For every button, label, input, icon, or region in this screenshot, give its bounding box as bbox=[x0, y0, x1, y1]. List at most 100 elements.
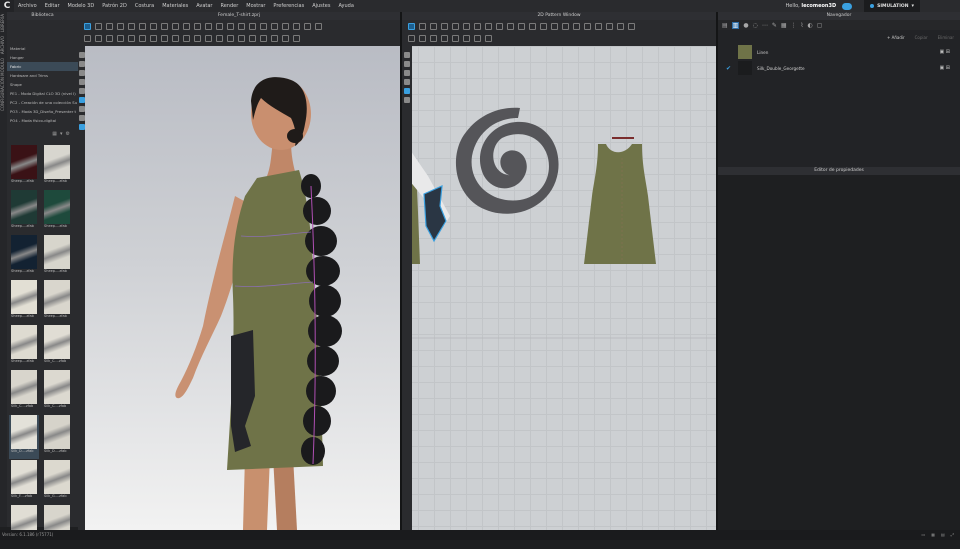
strengthen-icon[interactable] bbox=[95, 35, 102, 42]
gear-icon[interactable]: ⚙ bbox=[66, 131, 70, 141]
lock-icon[interactable]: ▤ bbox=[941, 530, 945, 540]
avatar-icon[interactable] bbox=[304, 23, 311, 30]
camera-icon[interactable] bbox=[227, 35, 234, 42]
fabric-thumbnail[interactable]: Sheep....zfab bbox=[42, 235, 72, 279]
fabric-thumbnail[interactable]: Silk_D....zfab bbox=[42, 415, 72, 459]
library-folder[interactable]: Material bbox=[7, 44, 78, 53]
trace-icon[interactable] bbox=[183, 35, 190, 42]
display-seam-icon[interactable] bbox=[79, 88, 85, 94]
user-greeting[interactable]: Hello, lecomeon3D bbox=[786, 3, 843, 9]
zipper-list-icon[interactable]: ⋮ bbox=[791, 22, 797, 29]
library-folder[interactable]: Shape bbox=[7, 80, 78, 89]
menu-item[interactable]: Costura bbox=[131, 3, 158, 9]
copy-fabric-button[interactable]: Copiar bbox=[915, 35, 928, 40]
library-folder[interactable]: Fabric bbox=[7, 62, 78, 71]
steam-icon[interactable] bbox=[172, 23, 179, 30]
menu-item[interactable]: Mostrar bbox=[242, 3, 269, 9]
fabric-thumbnail[interactable]: Silk_C....zfab bbox=[42, 325, 72, 369]
library-folder[interactable]: Hardware and Trims bbox=[7, 71, 78, 80]
delete-fabric-button[interactable]: Eliminar bbox=[938, 35, 954, 40]
fabric-thumbnail[interactable]: Sheep....zfab bbox=[42, 145, 72, 189]
seam-allowance-icon[interactable] bbox=[529, 23, 536, 30]
fabric-thumbnail[interactable]: Sheep....zfab bbox=[9, 190, 39, 234]
symmetry-icon[interactable] bbox=[172, 35, 179, 42]
library-folder[interactable]: PO4 - Moda físico-digital bbox=[7, 116, 78, 125]
garment-list-icon[interactable]: ▤ bbox=[722, 22, 728, 29]
reset-icon[interactable] bbox=[128, 35, 135, 42]
hanger-icon[interactable] bbox=[315, 23, 322, 30]
deactivate-icon[interactable] bbox=[117, 35, 124, 42]
menu-item[interactable]: Avatar bbox=[192, 3, 216, 9]
add-fabric-button[interactable]: + Añadir bbox=[887, 35, 905, 40]
ellipse-icon[interactable] bbox=[474, 23, 481, 30]
fabric-thumbnail[interactable]: Silk_C....zfab bbox=[9, 370, 39, 414]
vertical-tab-library[interactable]: LIBRERÍA bbox=[0, 12, 5, 34]
fabric-thumbnail[interactable]: Silk_G....zfab bbox=[42, 460, 72, 504]
annotation-icon[interactable] bbox=[617, 23, 624, 30]
display-shoes-icon[interactable] bbox=[79, 115, 85, 121]
view-toggle-icon[interactable]: ▦ bbox=[52, 131, 57, 141]
fabric-thumbnail[interactable]: Sheep....zfab bbox=[9, 280, 39, 324]
graphic-icon[interactable] bbox=[282, 23, 289, 30]
segment-sewing-icon[interactable] bbox=[551, 23, 558, 30]
show-grid-icon[interactable] bbox=[404, 97, 410, 103]
sort-icon[interactable]: ▾ bbox=[60, 131, 63, 141]
scale-icon[interactable] bbox=[117, 23, 124, 30]
graphic-list-icon[interactable]: ▦ bbox=[781, 22, 787, 29]
fabric-row[interactable]: Linen▣ ⊞ bbox=[718, 44, 960, 60]
arrangement-icon[interactable] bbox=[485, 35, 492, 42]
strain-icon[interactable] bbox=[271, 35, 278, 42]
3d-garment-viewport[interactable] bbox=[85, 46, 400, 530]
fold-icon[interactable] bbox=[128, 23, 135, 30]
fit-map-icon[interactable] bbox=[282, 35, 289, 42]
transform-pattern-icon[interactable] bbox=[408, 23, 415, 30]
library-folder[interactable]: Hanger bbox=[7, 53, 78, 62]
menu-item[interactable]: Ayuda bbox=[334, 3, 357, 9]
trim-list-icon[interactable]: ✎ bbox=[772, 22, 777, 29]
fabric-apply-icon[interactable]: ▣ ⊞ bbox=[939, 65, 950, 71]
show-grain-icon[interactable] bbox=[404, 70, 410, 76]
display-garment-icon[interactable] bbox=[79, 61, 85, 67]
fabric-thumbnail[interactable]: Silk_D....zfab bbox=[9, 415, 39, 459]
edit-curvature-icon[interactable] bbox=[430, 23, 437, 30]
more-icon[interactable]: ▢ bbox=[817, 22, 823, 29]
fabric-thumbnail[interactable] bbox=[42, 505, 72, 549]
video-icon[interactable] bbox=[205, 35, 212, 42]
display-texture-icon[interactable] bbox=[79, 70, 85, 76]
fabric-apply-icon[interactable]: ▣ ⊞ bbox=[939, 49, 950, 55]
trim-icon[interactable] bbox=[271, 23, 278, 30]
grading-icon[interactable] bbox=[628, 23, 635, 30]
display-hair-icon[interactable] bbox=[79, 106, 85, 112]
menu-item[interactable]: Ajustes bbox=[308, 3, 334, 9]
colorway-icon[interactable]: ◐ bbox=[807, 22, 812, 29]
display-active-icon[interactable] bbox=[79, 97, 85, 103]
display-avatar-icon[interactable] bbox=[79, 52, 85, 58]
pleat-icon[interactable] bbox=[463, 35, 470, 42]
button-tool-icon[interactable] bbox=[227, 23, 234, 30]
menu-item[interactable]: Materiales bbox=[158, 3, 192, 9]
fabric-thumbnail[interactable] bbox=[9, 505, 39, 549]
brush-icon[interactable] bbox=[183, 23, 190, 30]
move-icon[interactable] bbox=[95, 23, 102, 30]
add-point-icon[interactable] bbox=[441, 23, 448, 30]
topstitch-icon[interactable] bbox=[249, 23, 256, 30]
menu-item[interactable]: Render bbox=[216, 3, 242, 9]
freeze-icon[interactable] bbox=[106, 35, 113, 42]
vertical-tab-file[interactable]: ARCHIVO bbox=[0, 34, 5, 56]
menu-item[interactable]: Patrón 2D bbox=[98, 3, 131, 9]
rotate-icon[interactable] bbox=[106, 23, 113, 30]
graphic-2d-icon[interactable] bbox=[606, 23, 613, 30]
layout-icon[interactable]: ▭ bbox=[921, 530, 925, 540]
slash-spread-icon[interactable] bbox=[474, 35, 481, 42]
pressure-icon[interactable] bbox=[249, 35, 256, 42]
show-notch-icon[interactable] bbox=[404, 79, 410, 85]
texture-2d-icon[interactable] bbox=[595, 23, 602, 30]
menu-item[interactable]: Editar bbox=[41, 3, 64, 9]
fabric-thumbnail[interactable]: Sheep....zfab bbox=[9, 235, 39, 279]
menu-item[interactable]: Archivo bbox=[14, 3, 41, 9]
cloud-icon[interactable] bbox=[842, 3, 852, 10]
fabric-thumbnail[interactable]: Sheep....zfab bbox=[42, 190, 72, 234]
fabric-list-icon[interactable]: ▥ bbox=[732, 22, 740, 29]
layer-icon[interactable] bbox=[238, 35, 245, 42]
fabric-thumbnail[interactable]: Sheep....zfab bbox=[9, 145, 39, 189]
